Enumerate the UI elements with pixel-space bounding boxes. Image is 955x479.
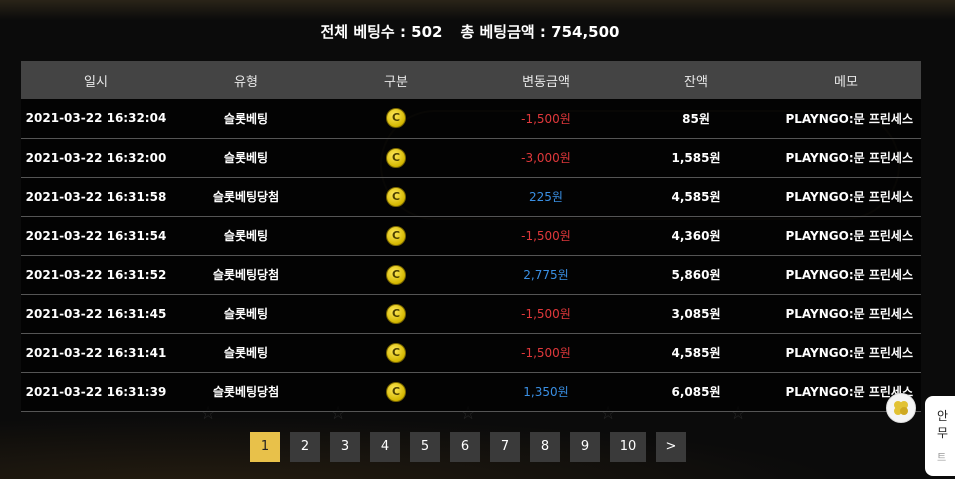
cell-balance: 85원 bbox=[621, 99, 771, 139]
table-row: 2021-03-22 16:31:58 슬롯베팅당첨 225원 4,585원 P… bbox=[21, 177, 921, 217]
bet-history-table-container: 일시 유형 구분 변동금액 잔액 메모 2021-03-22 16:32:04 … bbox=[21, 61, 921, 412]
cell-datetime: 2021-03-22 16:31:41 bbox=[21, 333, 171, 373]
cell-change-amount: -1,500원 bbox=[471, 99, 621, 139]
cell-change-amount: 225원 bbox=[471, 177, 621, 217]
clover-icon bbox=[894, 401, 908, 415]
table-row: 2021-03-22 16:31:52 슬롯베팅당첨 2,775원 5,860원… bbox=[21, 255, 921, 295]
bet-history-table: 일시 유형 구분 변동금액 잔액 메모 2021-03-22 16:32:04 … bbox=[21, 61, 921, 412]
chat-avatar[interactable] bbox=[886, 393, 916, 423]
pagination: 1 2 3 4 5 6 7 8 9 10 > bbox=[250, 432, 686, 462]
cell-datetime: 2021-03-22 16:31:54 bbox=[21, 216, 171, 256]
page-button-5[interactable]: 5 bbox=[410, 432, 440, 462]
cell-memo: PLAYNGO:문 프린세스 bbox=[771, 216, 921, 256]
table-header-row: 일시 유형 구분 변동금액 잔액 메모 bbox=[21, 61, 921, 99]
page-button-4[interactable]: 4 bbox=[370, 432, 400, 462]
cell-change-amount: -3,000원 bbox=[471, 138, 621, 178]
cell-balance: 4,585원 bbox=[621, 177, 771, 217]
cell-memo: PLAYNGO:문 프린세스 bbox=[771, 99, 921, 139]
cell-memo: PLAYNGO:문 프린세스 bbox=[771, 294, 921, 334]
cell-type: 슬롯베팅당첨 bbox=[171, 372, 321, 412]
cell-datetime: 2021-03-22 16:31:52 bbox=[21, 255, 171, 295]
chat-line-2: 무 bbox=[937, 426, 949, 440]
cell-type: 슬롯베팅 bbox=[171, 138, 321, 178]
header-change-amount: 변동금액 bbox=[522, 74, 570, 90]
next-page-button[interactable]: > bbox=[656, 432, 686, 462]
page-button-9[interactable]: 9 bbox=[570, 432, 600, 462]
table-row: 2021-03-22 16:31:45 슬롯베팅 -1,500원 3,085원 … bbox=[21, 294, 921, 334]
table-row: 2021-03-22 16:31:39 슬롯베팅당첨 1,350원 6,085원… bbox=[21, 372, 921, 412]
cell-change-amount: -1,500원 bbox=[471, 333, 621, 373]
cell-balance: 4,360원 bbox=[621, 216, 771, 256]
page-button-1[interactable]: 1 bbox=[250, 432, 280, 462]
cell-balance: 3,085원 bbox=[621, 294, 771, 334]
coin-icon bbox=[386, 342, 406, 363]
cell-balance: 4,585원 bbox=[621, 333, 771, 373]
chat-line-1: 안 bbox=[937, 409, 949, 423]
cell-balance: 6,085원 bbox=[621, 372, 771, 412]
total-bets-count: 전체 베팅수 : 502 bbox=[320, 23, 443, 41]
header-balance: 잔액 bbox=[684, 74, 708, 90]
cell-type: 슬롯베팅 bbox=[171, 294, 321, 334]
cell-datetime: 2021-03-22 16:31:45 bbox=[21, 294, 171, 334]
table-row: 2021-03-22 16:31:41 슬롯베팅 -1,500원 4,585원 … bbox=[21, 333, 921, 373]
chat-sub: 트 bbox=[937, 453, 947, 464]
cell-datetime: 2021-03-22 16:31:58 bbox=[21, 177, 171, 217]
header-datetime: 일시 bbox=[84, 74, 108, 90]
page-button-2[interactable]: 2 bbox=[290, 432, 320, 462]
page-button-8[interactable]: 8 bbox=[530, 432, 560, 462]
total-bet-amount: 총 베팅금액 : 754,500 bbox=[460, 23, 620, 41]
cell-memo: PLAYNGO:문 프린세스 bbox=[771, 177, 921, 217]
cell-type: 슬롯베팅 bbox=[171, 333, 321, 373]
cell-type: 슬롯베팅 bbox=[171, 216, 321, 256]
cell-type: 슬롯베팅당첨 bbox=[171, 255, 321, 295]
cell-balance: 5,860원 bbox=[621, 255, 771, 295]
chat-bubble[interactable]: 안 무 트 bbox=[925, 396, 955, 476]
cell-change-amount: 2,775원 bbox=[471, 255, 621, 295]
table-row: 2021-03-22 16:32:04 슬롯베팅 -1,500원 85원 PLA… bbox=[21, 99, 921, 139]
page-button-6[interactable]: 6 bbox=[450, 432, 480, 462]
cell-change-amount: -1,500원 bbox=[471, 294, 621, 334]
cell-datetime: 2021-03-22 16:31:39 bbox=[21, 372, 171, 412]
cell-type: 슬롯베팅 bbox=[171, 99, 321, 139]
cell-memo: PLAYNGO:문 프린세스 bbox=[771, 333, 921, 373]
cell-memo: PLAYNGO:문 프린세스 bbox=[771, 138, 921, 178]
cell-change-amount: 1,350원 bbox=[471, 372, 621, 412]
cell-type: 슬롯베팅당첨 bbox=[171, 177, 321, 217]
cell-memo: PLAYNGO:문 프린세스 bbox=[771, 255, 921, 295]
page-button-3[interactable]: 3 bbox=[330, 432, 360, 462]
cell-change-amount: -1,500원 bbox=[471, 216, 621, 256]
page-button-10[interactable]: 10 bbox=[610, 432, 646, 462]
header-type: 유형 bbox=[234, 74, 258, 90]
coin-icon bbox=[386, 303, 406, 324]
cell-datetime: 2021-03-22 16:32:00 bbox=[21, 138, 171, 178]
coin-icon bbox=[386, 225, 406, 246]
bet-summary: 전체 베팅수 : 502 총 베팅금액 : 754,500 bbox=[0, 21, 940, 42]
page-button-7[interactable]: 7 bbox=[490, 432, 520, 462]
cell-balance: 1,585원 bbox=[621, 138, 771, 178]
header-category: 구분 bbox=[384, 74, 408, 90]
cell-datetime: 2021-03-22 16:32:04 bbox=[21, 99, 171, 139]
coin-icon bbox=[386, 108, 406, 129]
background-top-band bbox=[0, 0, 955, 20]
header-memo: 메모 bbox=[834, 74, 858, 90]
coin-icon bbox=[386, 381, 406, 402]
coin-icon bbox=[386, 264, 406, 285]
table-row: 2021-03-22 16:32:00 슬롯베팅 -3,000원 1,585원 … bbox=[21, 138, 921, 178]
coin-icon bbox=[386, 186, 406, 207]
table-row: 2021-03-22 16:31:54 슬롯베팅 -1,500원 4,360원 … bbox=[21, 216, 921, 256]
coin-icon bbox=[386, 147, 406, 168]
